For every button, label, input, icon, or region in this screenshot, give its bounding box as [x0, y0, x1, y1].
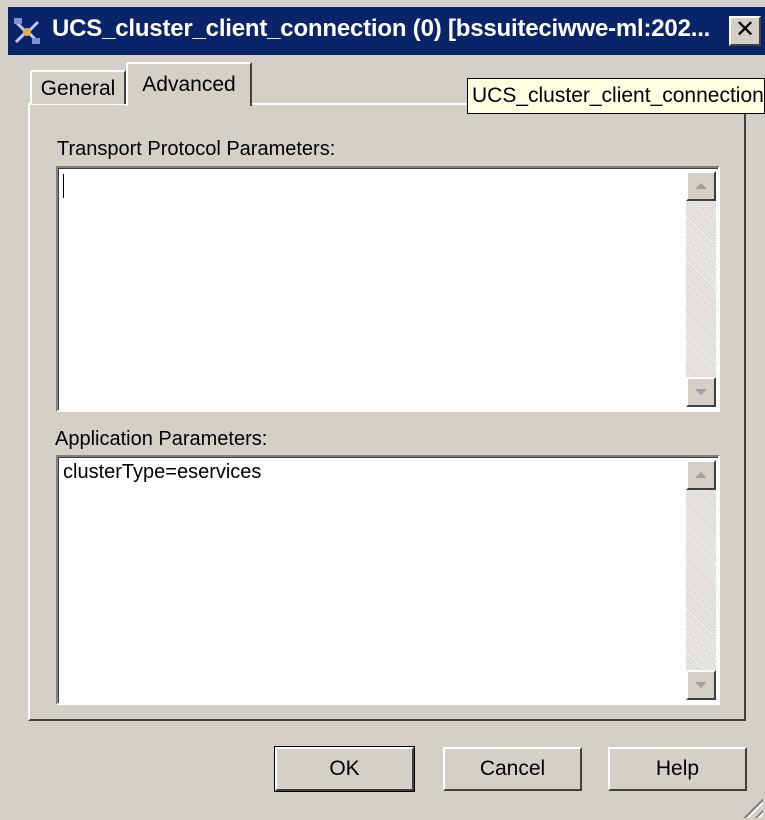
scroll-down-button[interactable] [686, 377, 716, 407]
application-params-textarea[interactable]: clusterType=eservices [56, 455, 720, 705]
arrow-up-icon [695, 183, 707, 189]
scroll-up-button[interactable] [686, 460, 716, 490]
close-icon: ✕ [734, 16, 756, 43]
cancel-button[interactable]: Cancel [443, 747, 582, 791]
arrow-down-icon [695, 682, 707, 688]
properties-dialog: UCS_cluster_client_connection (0) [bssui… [0, 0, 765, 820]
title-bar[interactable]: UCS_cluster_client_connection (0) [bssui… [8, 7, 765, 55]
arrow-down-icon [695, 389, 707, 395]
scroll-down-button[interactable] [686, 670, 716, 700]
window-title: UCS_cluster_client_connection (0) [bssui… [52, 15, 711, 42]
help-button[interactable]: Help [608, 747, 747, 791]
connection-icon [14, 18, 40, 44]
transport-params-label: Transport Protocol Parameters: [57, 138, 336, 160]
application-params-value: clusterType=eservices [63, 461, 262, 483]
tab-advanced[interactable]: Advanced [126, 62, 252, 106]
tooltip: UCS_cluster_client_connection [467, 78, 765, 114]
text-caret [63, 174, 64, 198]
tab-general[interactable]: General [30, 70, 126, 104]
ok-button[interactable]: OK [274, 746, 415, 792]
transport-params-textarea[interactable] [56, 166, 720, 412]
transport-scrollbar[interactable] [686, 171, 716, 407]
arrow-up-icon [695, 472, 707, 478]
close-button[interactable]: ✕ [729, 16, 761, 46]
scroll-up-button[interactable] [686, 171, 716, 201]
application-scrollbar[interactable] [686, 460, 716, 700]
application-params-label: Application Parameters: [55, 428, 268, 450]
resize-grip[interactable] [739, 794, 763, 818]
